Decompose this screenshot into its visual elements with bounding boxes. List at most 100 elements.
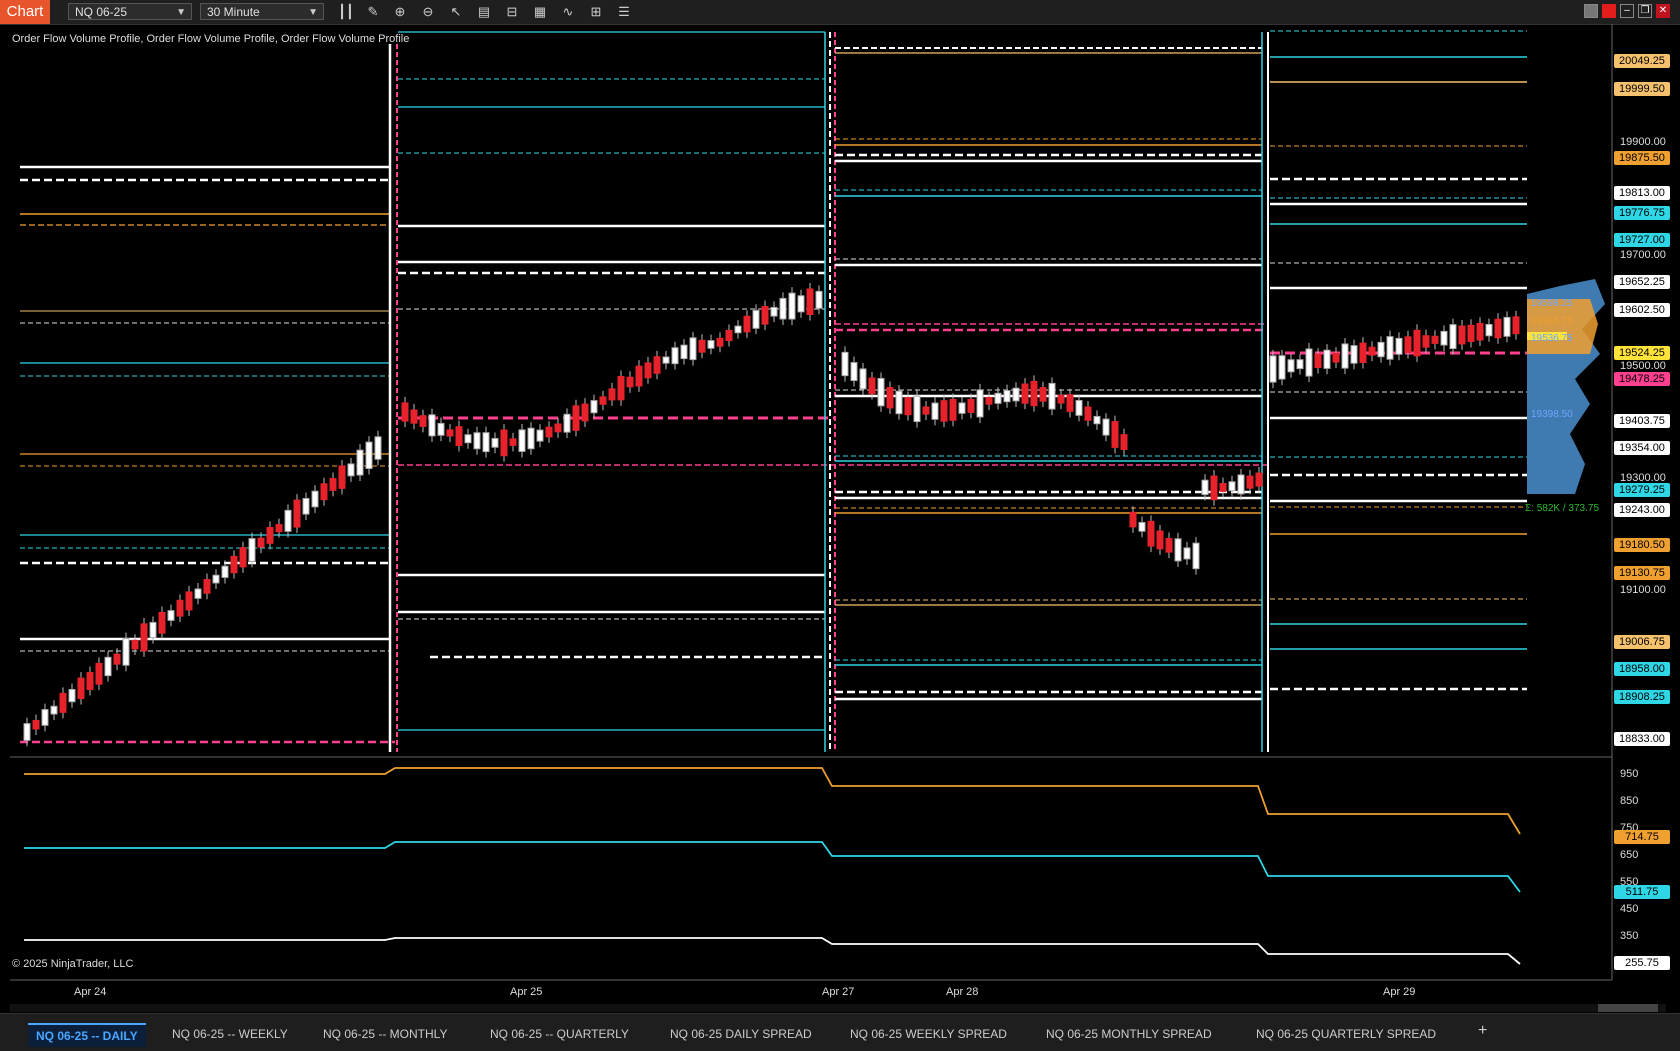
candle-body <box>850 362 858 382</box>
candle-body <box>455 426 463 447</box>
candle-body <box>1395 337 1403 355</box>
candle-body <box>1422 335 1430 348</box>
instrument-value: NQ 06-25 <box>75 5 128 19</box>
candle-body <box>779 297 787 320</box>
link-window-icon[interactable] <box>1602 4 1616 18</box>
candle-body <box>500 429 508 457</box>
candle-body <box>922 406 930 415</box>
candle-body <box>167 610 175 621</box>
candle-body <box>140 623 148 652</box>
candle-body <box>1048 382 1056 410</box>
tab-weekly-spread[interactable]: NQ 06-25 WEEKLY SPREAD <box>842 1023 1015 1045</box>
price-tag: 19279.25 <box>1614 483 1670 498</box>
price-tag: 19130.75 <box>1614 565 1670 580</box>
tab-quarterly-spread[interactable]: NQ 06-25 QUARTERLY SPREAD <box>1248 1023 1444 1045</box>
candle-body <box>446 429 454 437</box>
candle-body <box>994 392 1002 404</box>
candle-body <box>518 429 526 452</box>
candle-body <box>32 719 40 730</box>
candle-body <box>257 537 265 548</box>
price-tag: 19776.75 <box>1614 205 1670 220</box>
candle-body <box>985 396 993 405</box>
list-icon[interactable]: ☰ <box>615 3 633 21</box>
levels-apr24 <box>20 44 398 752</box>
tile-window-icon[interactable] <box>1584 4 1598 18</box>
candle-body <box>437 422 445 436</box>
candle-body <box>545 426 553 438</box>
candle-body <box>1084 406 1092 421</box>
candle-body <box>797 295 805 313</box>
candle-body <box>1485 323 1493 337</box>
candle-body <box>662 356 670 364</box>
candle-body <box>536 429 544 442</box>
candle-body <box>1287 359 1295 373</box>
candle-body <box>1359 342 1367 364</box>
candle-body <box>1030 380 1038 407</box>
candle-body <box>1440 330 1448 346</box>
candle-body <box>1494 318 1502 339</box>
pointer-icon[interactable]: ↖ <box>447 3 465 21</box>
tab-weekly[interactable]: NQ 06-25 -- WEEKLY <box>164 1023 296 1045</box>
candle-body <box>788 292 796 320</box>
restore-icon[interactable]: ❐ <box>1638 4 1652 18</box>
candle-body <box>248 538 256 562</box>
lower-indicator-panel <box>24 767 1521 965</box>
candle-body <box>976 389 984 418</box>
candle-body <box>1269 355 1277 383</box>
timeframe-selector[interactable]: 30 Minute ▼ <box>200 3 324 20</box>
data-box-icon[interactable]: ▤ <box>475 3 493 21</box>
candle-body <box>1183 547 1191 560</box>
candle-body <box>716 337 724 347</box>
bar-type-icon[interactable]: ┃┃ <box>337 3 355 21</box>
properties-icon[interactable]: ▦ <box>531 3 549 21</box>
candle-body <box>1431 335 1439 344</box>
candle-body <box>868 377 876 395</box>
candle-body <box>203 579 211 594</box>
tab-quarterly[interactable]: NQ 06-25 -- QUARTERLY <box>482 1023 637 1045</box>
candle-body <box>1305 348 1313 377</box>
candle-body <box>554 423 562 433</box>
add-tab-button[interactable]: + <box>1478 1022 1487 1040</box>
tab-monthly[interactable]: NQ 06-25 -- MONTHLY <box>315 1023 455 1045</box>
tab-monthly-spread[interactable]: NQ 06-25 MONTHLY SPREAD <box>1038 1023 1220 1045</box>
candle-body <box>1138 521 1146 532</box>
price-tag: 18833.00 <box>1614 731 1670 746</box>
date-label: Apr 29 <box>1383 986 1416 998</box>
candle-body <box>410 409 418 424</box>
candle-body <box>1111 421 1119 448</box>
pencil-icon[interactable]: ✎ <box>364 3 382 21</box>
candle-body <box>1476 322 1484 341</box>
tab-daily-spread[interactable]: NQ 06-25 DAILY SPREAD <box>662 1023 820 1045</box>
chart-trader-icon[interactable]: ⊟ <box>503 3 521 21</box>
chart-window-tab[interactable]: Chart <box>0 0 50 24</box>
candle-body <box>230 555 238 574</box>
candle-body <box>806 288 814 315</box>
scrollbar-thumb[interactable] <box>1598 1004 1658 1012</box>
candle-body <box>1449 324 1457 350</box>
zoom-out-icon[interactable]: ⊖ <box>419 3 437 21</box>
candle-body <box>41 709 49 726</box>
candle-body <box>1129 511 1137 528</box>
candle-body <box>617 375 625 401</box>
zoom-in-icon[interactable]: ⊕ <box>391 3 409 21</box>
minimize-icon[interactable]: – <box>1620 4 1634 18</box>
candle-body <box>931 402 939 420</box>
candle-body <box>473 432 481 450</box>
candle-body <box>1332 352 1340 363</box>
price-tag: 19602.50 <box>1614 302 1670 317</box>
price-axis-label: 19900.00 <box>1620 136 1666 148</box>
instrument-selector[interactable]: NQ 06-25 ▼ <box>68 3 192 20</box>
price-chart-canvas[interactable] <box>0 24 1680 1012</box>
indicators-icon[interactable]: ∿ <box>559 3 577 21</box>
horizontal-scrollbar[interactable] <box>10 1004 1666 1012</box>
candle-body <box>635 365 643 387</box>
candle-body <box>743 315 751 333</box>
candle-body <box>913 395 921 423</box>
close-icon[interactable]: ✕ <box>1656 4 1670 18</box>
price-tag: 19999.50 <box>1614 81 1670 96</box>
strategies-icon[interactable]: ⊞ <box>587 3 605 21</box>
chart-tab-bar: NQ 06-25 -- DAILY NQ 06-25 -- WEEKLY NQ … <box>0 1013 1680 1051</box>
candle-body <box>1413 329 1421 357</box>
price-axis-label: 19100.00 <box>1620 584 1666 596</box>
tab-daily[interactable]: NQ 06-25 -- DAILY <box>28 1023 146 1047</box>
